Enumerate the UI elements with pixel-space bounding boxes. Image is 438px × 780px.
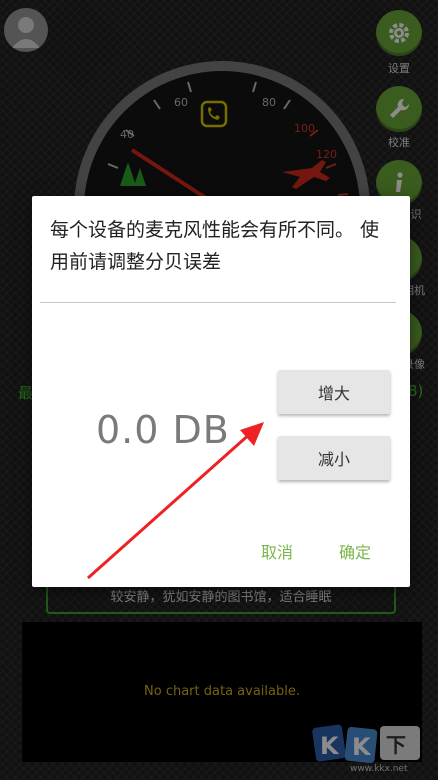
db-offset-value: 0.0 DB xyxy=(96,408,230,452)
confirm-button[interactable]: 确定 xyxy=(339,539,371,563)
dialog-divider xyxy=(40,302,396,303)
dialog-message: 每个设备的麦克风性能会有所不同。 使用前请调整分贝误差 xyxy=(50,219,380,273)
increase-button[interactable]: 增大 xyxy=(278,370,390,414)
cancel-button[interactable]: 取消 xyxy=(261,539,293,563)
calibration-dialog: 每个设备的麦克风性能会有所不同。 使用前请调整分贝误差 0.0 DB 增大 减小… xyxy=(32,196,410,587)
decrease-button[interactable]: 减小 xyxy=(278,436,390,480)
